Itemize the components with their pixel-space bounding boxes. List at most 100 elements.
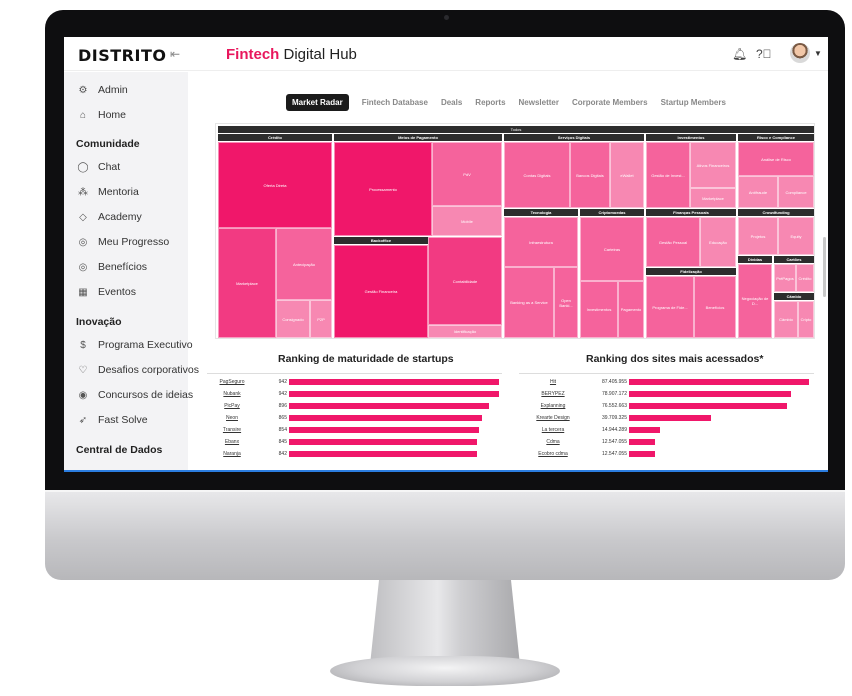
tab-corporate-members[interactable]: Corporate Members: [572, 98, 648, 107]
ranking-name-link[interactable]: Transire: [207, 426, 257, 434]
treemap-cell[interactable]: Ativos Financeiros: [690, 142, 736, 188]
treemap-header[interactable]: Risco e Compliance: [738, 134, 814, 141]
treemap-cell[interactable]: Antecipação: [276, 228, 332, 300]
treemap-root-header[interactable]: Todos: [218, 126, 814, 133]
sidebar-item-chat[interactable]: ◯ Chat: [76, 159, 120, 175]
treemap-cell[interactable]: Mobile: [432, 206, 502, 236]
treemap-cell[interactable]: Marketplace: [690, 188, 736, 208]
treemap-header[interactable]: Crowdfunding: [738, 209, 814, 216]
treemap-header[interactable]: Crédito: [218, 134, 332, 141]
ranking-sites-chart: Hit 87.405.955 BERYPEZ 78.907.172 Explanning…: [519, 373, 814, 470]
avatar[interactable]: [790, 43, 810, 63]
page-scrollbar[interactable]: [823, 237, 826, 297]
ranking-name-link[interactable]: Ebanx: [207, 438, 257, 446]
sidebar-item-academy[interactable]: ◇ Academy: [76, 209, 142, 225]
chevron-down-icon[interactable]: ▼: [814, 49, 822, 58]
tab-bar: Market Radar Fintech Database Deals Repo…: [286, 93, 739, 111]
ranking-name-link[interactable]: Cdma: [519, 438, 587, 446]
treemap-header[interactable]: Criptomoedas: [580, 209, 644, 216]
treemap-cell[interactable]: P2P: [310, 300, 332, 338]
treemap-header[interactable]: Investimentos: [646, 134, 736, 141]
treemap-cell[interactable]: Bancos Digitais: [570, 142, 610, 208]
treemap-cell[interactable]: Processamento: [334, 142, 432, 236]
treemap-cell[interactable]: PdV: [432, 142, 502, 206]
treemap-cell[interactable]: Crédito: [796, 264, 814, 292]
treemap-cell[interactable]: Contas Digitais: [504, 142, 570, 208]
treemap-cell[interactable]: Banking as a Service: [504, 267, 554, 338]
treemap-cell[interactable]: Gestão Financeira: [334, 245, 428, 338]
collapse-menu-icon[interactable]: ⇤: [170, 47, 180, 61]
treemap-cell[interactable]: Gestão Pessoal: [646, 217, 700, 267]
treemap-cell[interactable]: eWallet: [610, 142, 644, 208]
treemap-header[interactable]: Tecnologia: [504, 209, 578, 216]
tab-fintech-database[interactable]: Fintech Database: [362, 98, 428, 107]
treemap-cell[interactable]: Compliance: [778, 176, 814, 208]
sidebar-item-mentoria[interactable]: ⁂ Mentoria: [76, 184, 139, 200]
treemap-cell[interactable]: Carteiras: [580, 217, 644, 281]
treemap-cell[interactable]: Cripto: [798, 301, 814, 338]
treemap-header[interactable]: Serviços Digitais: [504, 134, 644, 141]
sidebar-item-desafios[interactable]: ♡ Desafios corporativos: [76, 362, 199, 378]
treemap-cell[interactable]: Equity: [778, 217, 814, 255]
treemap-cell[interactable]: Negociação de D...: [738, 264, 772, 338]
treemap-cell[interactable]: Investimentos: [580, 281, 618, 338]
sidebar-item-home[interactable]: ⌂ Home: [76, 107, 126, 123]
ranking-row: Ecobro cdma 12.547.055: [519, 450, 814, 458]
sidebar-item-meu-progresso[interactable]: ◎ Meu Progresso: [76, 234, 170, 250]
sidebar-item-beneficios[interactable]: ◎ Benefícios: [76, 259, 147, 275]
treemap-cell[interactable]: PréPagos: [774, 264, 796, 292]
sidebar-item-concursos[interactable]: ◉ Concursos de ideias: [76, 387, 194, 403]
treemap-cell[interactable]: Projetos: [738, 217, 778, 255]
treemap-header[interactable]: Backoffice: [334, 237, 428, 244]
sidebar-item-fast-solve[interactable]: ➶ Fast Solve: [76, 412, 148, 428]
treemap-cell[interactable]: Pagamento: [618, 281, 644, 338]
treemap-cell[interactable]: Identificação: [428, 325, 502, 338]
treemap-cell[interactable]: Infraestrutura: [504, 217, 578, 267]
sidebar-item-programa-executivo[interactable]: $ Programa Executivo: [76, 337, 192, 353]
ranking-name-link[interactable]: Hit: [519, 378, 587, 386]
treemap-header[interactable]: Câmbio: [774, 293, 814, 300]
treemap-cell[interactable]: Análise de Risco: [738, 142, 814, 176]
ranking-name-link[interactable]: PagSeguro: [207, 378, 257, 386]
ranking-name-link[interactable]: Krearte Design: [519, 414, 587, 422]
treemap-cell[interactable]: Contabilidade: [428, 237, 502, 325]
tab-newsletter[interactable]: Newsletter: [519, 98, 559, 107]
sidebar-item-label: Admin: [98, 84, 128, 96]
treemap-cell[interactable]: Open Banki...: [554, 267, 578, 338]
sidebar-item-eventos[interactable]: ▦ Eventos: [76, 284, 136, 300]
treemap-cell[interactable]: Programa de Fide...: [646, 276, 694, 338]
ranking-value-label: 76.552.663: [601, 403, 627, 409]
treemap-header[interactable]: Dívidas: [738, 256, 772, 263]
treemap-header[interactable]: Fidelização: [646, 268, 736, 275]
tab-market-radar[interactable]: Market Radar: [286, 93, 349, 111]
ranking-bar: [289, 403, 489, 409]
tab-deals[interactable]: Deals: [441, 98, 462, 107]
treemap-cell[interactable]: Oferta Direta: [218, 142, 332, 228]
ranking-startups-title: Ranking de maturidade de startups: [278, 353, 454, 365]
treemap-cell[interactable]: Antifraude: [738, 176, 778, 208]
treemap-cell[interactable]: Consignado: [276, 300, 310, 338]
help-icon[interactable]: ?⃝: [756, 47, 772, 61]
ranking-name-link[interactable]: BERYPEZ: [519, 390, 587, 398]
treemap-cell[interactable]: Marketplace: [218, 228, 276, 338]
treemap-cell[interactable]: Benefícios: [694, 276, 736, 338]
treemap-header[interactable]: Finanças Pessoais: [646, 209, 736, 216]
bell-icon[interactable]: 🔔︎: [732, 47, 747, 61]
tab-reports[interactable]: Reports: [475, 98, 505, 107]
ranking-name-link[interactable]: Ecobro cdma: [519, 450, 587, 458]
ranking-name-link[interactable]: Nubank: [207, 390, 257, 398]
treemap-cell[interactable]: Câmbio: [774, 301, 798, 338]
treemap-header[interactable]: Meios de Pagamento: [334, 134, 502, 141]
sidebar-item-admin[interactable]: ⚙ Admin: [76, 82, 128, 98]
ranking-name-link[interactable]: Neon: [207, 414, 257, 422]
treemap-cell[interactable]: Educação: [700, 217, 736, 267]
ranking-name-link[interactable]: La tercera: [519, 426, 587, 434]
trophy-icon: ♡: [78, 364, 88, 376]
treemap-cell[interactable]: Gestão de Invest...: [646, 142, 690, 208]
tab-startup-members[interactable]: Startup Members: [661, 98, 726, 107]
ranking-name-link[interactable]: Naranja: [207, 450, 257, 458]
ranking-name-link[interactable]: PicPay: [207, 402, 257, 410]
ranking-name-link[interactable]: Explanning: [519, 402, 587, 410]
treemap-header[interactable]: Cartões: [774, 256, 814, 263]
distrito-logo[interactable]: DISTRITO: [78, 46, 166, 65]
